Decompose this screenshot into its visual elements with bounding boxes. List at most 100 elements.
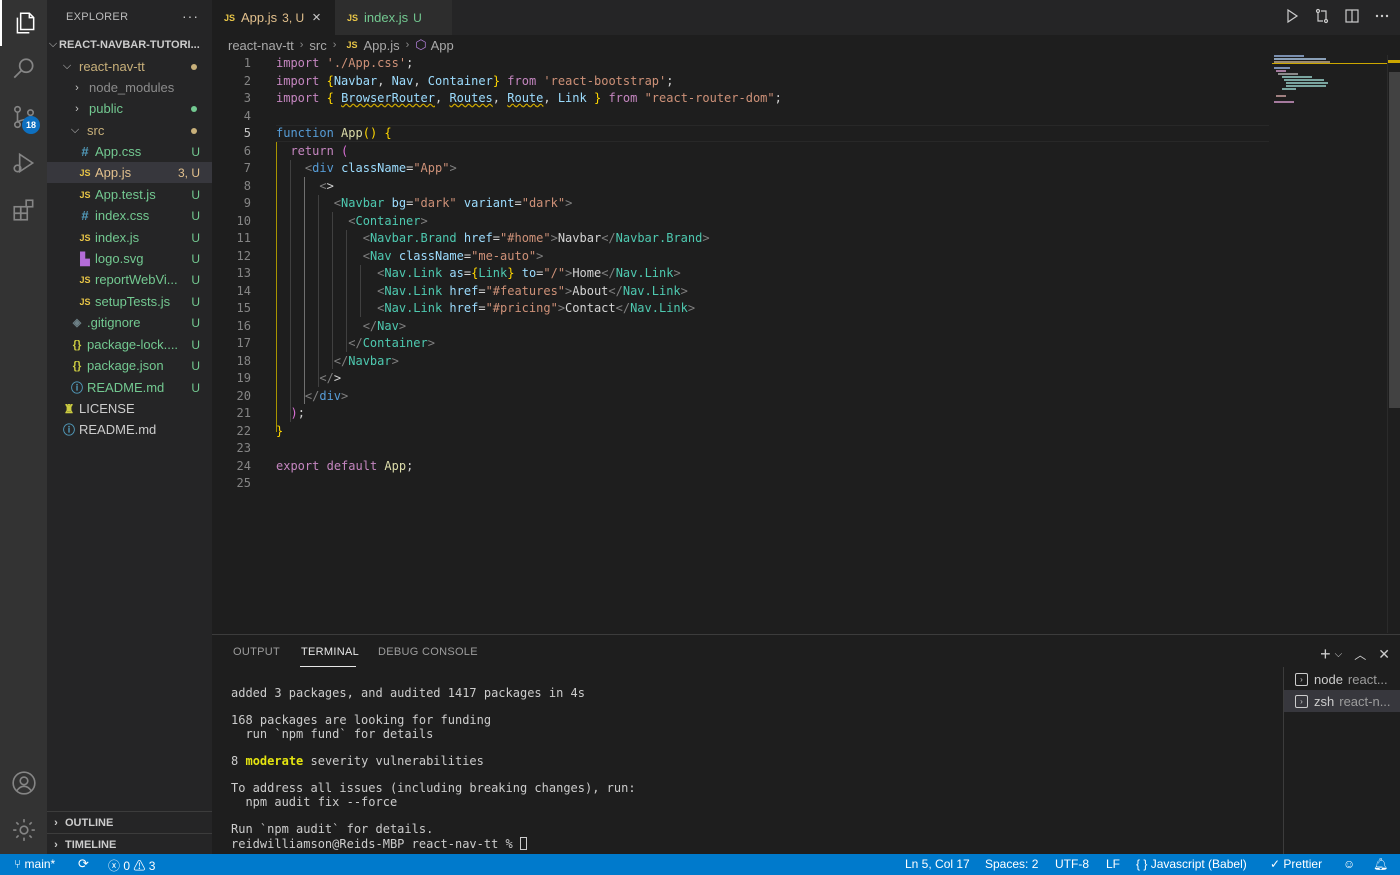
file-package-lock-json[interactable]: {} package-lock.... U (47, 334, 212, 355)
code-line[interactable]: 17 </Container> (212, 335, 1387, 353)
more-actions-icon[interactable]: ··· (182, 8, 199, 24)
file-logo-svg[interactable]: ▙ logo.svg U (47, 248, 212, 269)
code-line[interactable]: 21 ); (212, 405, 1387, 423)
code-line[interactable]: 20 </div> (212, 388, 1387, 406)
file-index-js[interactable]: JS index.js U (47, 227, 212, 248)
terminal-output[interactable]: added 3 packages, and audited 1417 packa… (231, 686, 636, 851)
run-icon[interactable] (1284, 8, 1300, 24)
more-actions-icon[interactable] (1374, 8, 1390, 24)
code-line[interactable]: 14 <Nav.Link href="#features">About</Nav… (212, 283, 1387, 301)
code-line[interactable]: 4 (212, 108, 1387, 126)
language-mode[interactable]: { } Javascript (Babel) (1136, 857, 1247, 871)
feedback-icon[interactable]: ☺ (1343, 857, 1355, 871)
scrollbar-thumb[interactable] (1389, 72, 1400, 408)
prettier-status[interactable]: ✓ Prettier (1270, 857, 1322, 871)
close-icon[interactable]: × (312, 9, 321, 26)
file-app-css[interactable]: # App.css U (47, 141, 212, 162)
code-line[interactable]: 2 import {Navbar, Nav, Container} from 'r… (212, 73, 1387, 91)
run-debug-icon[interactable] (0, 140, 47, 186)
timeline-section[interactable]: › TIMELINE (47, 833, 212, 855)
breadcrumb-item[interactable]: App (431, 38, 454, 53)
file-app-js[interactable]: JS App.js 3, U (47, 162, 212, 183)
code-line[interactable]: 6 return ( (212, 143, 1387, 161)
end-of-line[interactable]: LF (1106, 857, 1120, 871)
code-line[interactable]: 1 import './App.css'; (212, 55, 1387, 73)
line-number: 17 (236, 336, 251, 350)
close-panel-icon[interactable]: ✕ (1378, 646, 1390, 663)
line-number: 1 (243, 56, 251, 70)
folder-public[interactable]: › public (47, 98, 212, 119)
code-line[interactable]: 16 </Nav> (212, 318, 1387, 336)
folder-src[interactable]: ⌵ src (47, 120, 212, 141)
code-editor[interactable]: 1 import './App.css'; 2 import {Navbar, Nav… (212, 55, 1387, 633)
extensions-icon[interactable] (0, 187, 47, 233)
file-license[interactable]: ♜ LICENSE (47, 398, 212, 419)
file-setuptests-js[interactable]: JS setupTests.js U (47, 291, 212, 312)
maximize-panel-icon[interactable]: ︿ (1354, 646, 1366, 663)
code-line[interactable]: 13 <Nav.Link as={Link} to="/">Home</Nav.… (212, 265, 1387, 283)
branch-status[interactable]: ⑂ main* (14, 857, 55, 871)
code-line[interactable]: 22} (212, 423, 1387, 441)
account-icon[interactable] (0, 760, 47, 806)
panel-actions: + ⌵ ︿ ✕ (1320, 644, 1390, 665)
encoding[interactable]: UTF-8 (1055, 857, 1089, 871)
tab-output[interactable]: OUTPUT (233, 646, 280, 658)
explorer-root[interactable]: ⌵ REACT-NAVBAR-TUTORI... (47, 34, 212, 55)
breadcrumb-item[interactable]: src (309, 38, 326, 53)
chevron-down-icon[interactable]: ⌵ (1335, 649, 1343, 660)
sync-icon[interactable]: ⟳ (78, 856, 89, 872)
code-line[interactable]: 19 </> (212, 370, 1387, 388)
line-number: 6 (243, 143, 251, 158)
breadcrumb-item[interactable]: App.js (363, 38, 399, 53)
new-terminal-icon[interactable]: + (1320, 644, 1331, 665)
code-line[interactable]: 10 <Container> (212, 213, 1387, 231)
terminal-icon: › (1295, 694, 1308, 708)
file-app-test-js[interactable]: JS App.test.js U (47, 184, 212, 205)
line-number: 21 (236, 406, 251, 420)
code-line[interactable]: 18 </Navbar> (212, 353, 1387, 371)
line-number: 2 (243, 73, 251, 88)
code-line[interactable]: 12 <Nav className="me-auto"> (212, 248, 1387, 266)
code-line[interactable]: 7 <div className="App"> (212, 160, 1387, 178)
minimap[interactable] (1272, 55, 1387, 105)
code-line[interactable]: 9 <Navbar bg="dark" variant="dark"> (212, 195, 1387, 213)
symbol-icon: ⬡ (415, 37, 427, 52)
tab-terminal[interactable]: TERMINAL (301, 646, 359, 658)
code-line[interactable]: 24 export default App; (212, 458, 1387, 476)
file-readme-md-root[interactable]: ⓘ README.md (47, 419, 212, 440)
terminal-item-node[interactable]: › node react... (1284, 668, 1400, 690)
code-line[interactable]: 5 function App() { (212, 125, 1387, 143)
tab-debug-console[interactable]: DEBUG CONSOLE (378, 646, 478, 658)
code-line[interactable]: 23 (212, 440, 1387, 458)
file-reportwebvitals-js[interactable]: JS reportWebVi... U (47, 269, 212, 290)
compare-changes-icon[interactable] (1314, 8, 1330, 24)
error-icon: ⓧ (108, 859, 121, 873)
code-line[interactable]: 15 <Nav.Link href="#pricing">Contact</Na… (212, 300, 1387, 318)
code-line[interactable]: 8 <> (212, 178, 1387, 196)
file-gitignore[interactable]: ◈ .gitignore U (47, 312, 212, 333)
search-icon[interactable] (0, 46, 47, 92)
settings-gear-icon[interactable] (0, 807, 47, 853)
outline-section[interactable]: › OUTLINE (47, 811, 212, 833)
editor-scrollbar[interactable] (1387, 55, 1400, 633)
file-package-json[interactable]: {} package.json U (47, 355, 212, 376)
file-index-css[interactable]: # index.css U (47, 205, 212, 226)
cursor-position[interactable]: Ln 5, Col 17 (905, 857, 970, 871)
code-line[interactable]: 11 <Navbar.Brand href="#home">Navbar</Na… (212, 230, 1387, 248)
tab-app-js[interactable]: JS App.js 3, U × (212, 0, 335, 35)
split-editor-icon[interactable] (1344, 8, 1360, 24)
source-control-icon[interactable] (0, 94, 47, 140)
terminal-item-zsh[interactable]: › zsh react-n... (1284, 690, 1400, 712)
files-icon[interactable] (0, 0, 47, 46)
terminal-line: To address all issues (including breakin… (231, 781, 636, 796)
problems-status[interactable]: ⓧ 0 ⚠ 3 (108, 857, 155, 874)
indentation[interactable]: Spaces: 2 (985, 857, 1038, 871)
code-line[interactable]: 3 import { BrowserRouter, Routes, Route, … (212, 90, 1387, 108)
folder-node-modules[interactable]: › node_modules (47, 77, 212, 98)
notifications-icon[interactable]: 🔔︎ (1373, 857, 1388, 871)
file-readme-md[interactable]: ⓘ README.md U (47, 377, 212, 398)
tab-index-js[interactable]: JS index.js U (335, 0, 452, 35)
code-line[interactable]: 25 (212, 475, 1387, 493)
breadcrumb-item[interactable]: react-nav-tt (228, 38, 294, 53)
folder-react-nav-tt[interactable]: ⌵ react-nav-tt (47, 56, 212, 77)
